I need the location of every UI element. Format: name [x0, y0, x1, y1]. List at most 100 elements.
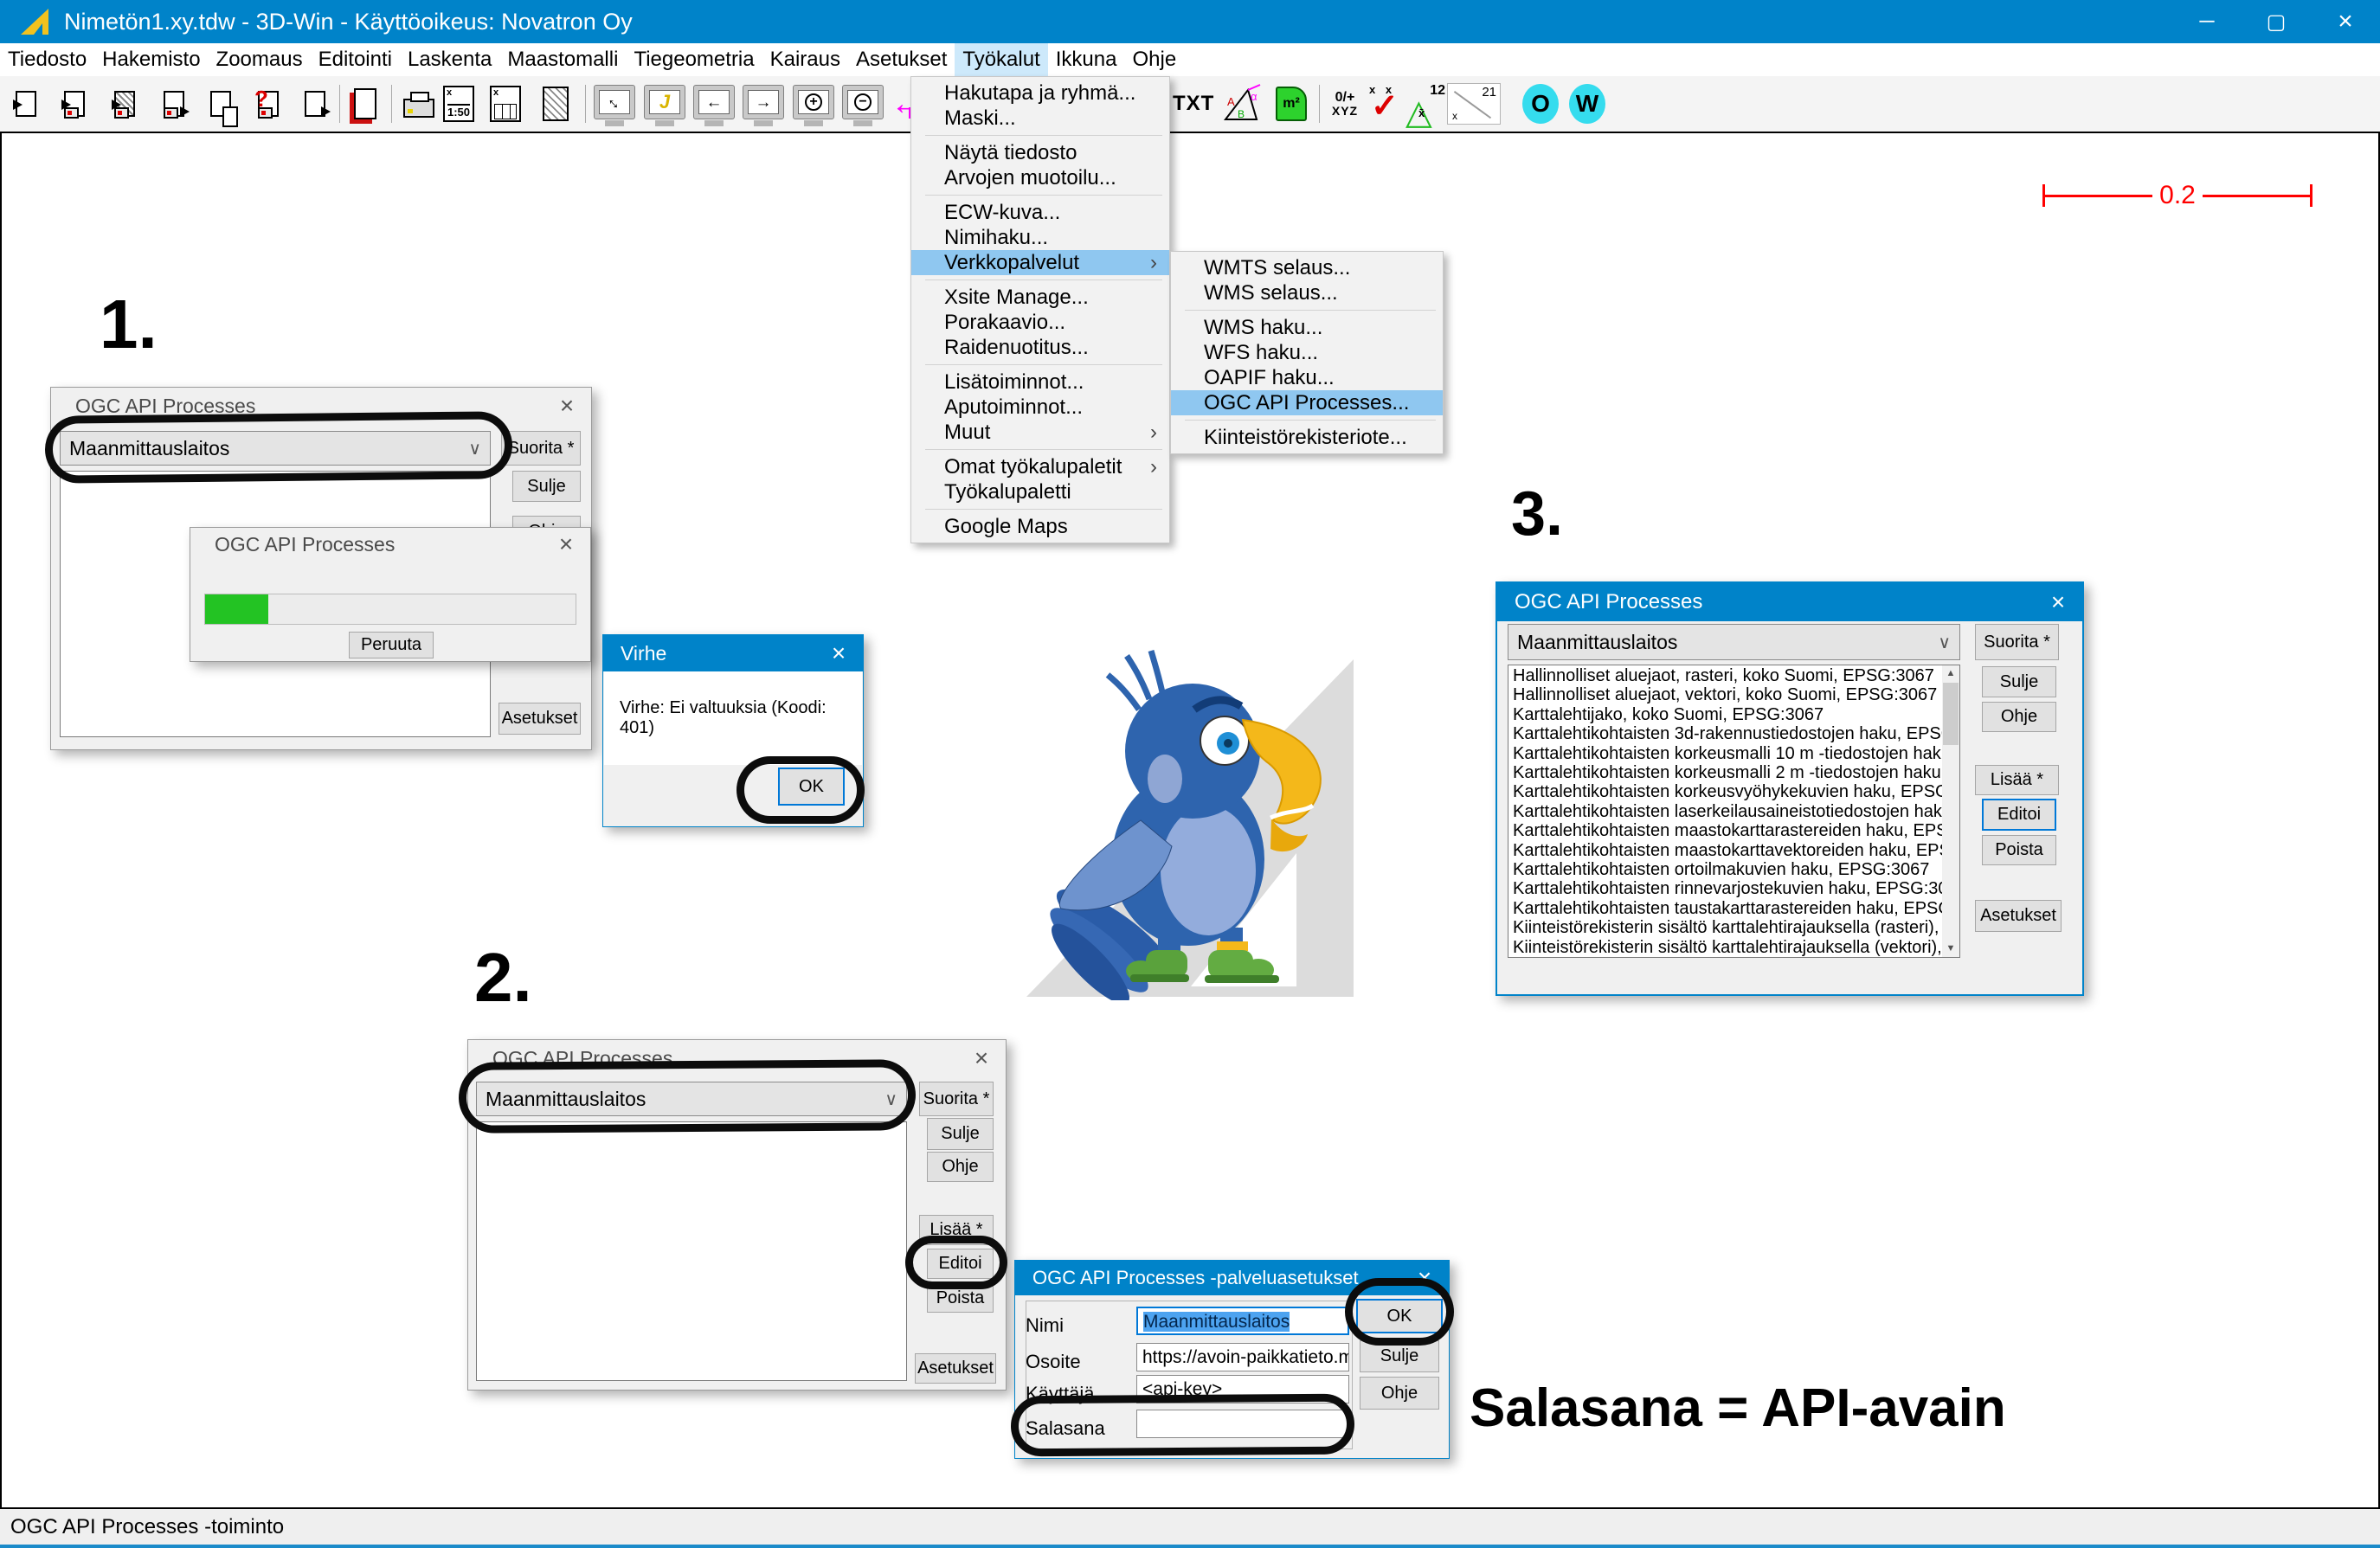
process-list-item[interactable]: Karttalehtijako, koko Suomi, EPSG:3067: [1508, 705, 1942, 724]
menu-item[interactable]: Verkkopalvelut ›: [911, 250, 1169, 275]
file-copy-icon[interactable]: [202, 81, 240, 126]
hatch-document-icon[interactable]: [537, 81, 575, 126]
scrollbar[interactable]: ▲ ▼: [1942, 665, 1959, 957]
address-field[interactable]: https://avoin-paikkatieto.maann: [1136, 1343, 1349, 1371]
xyz-points-icon[interactable]: 0/+XYZ: [1326, 81, 1364, 126]
close-icon[interactable]: ×: [543, 388, 591, 424]
process-list-item[interactable]: Karttalehtikohtaisten korkeusmalli 2 m -…: [1508, 763, 1942, 782]
menubar-item[interactable]: Hakemisto: [94, 43, 208, 76]
settings-button[interactable]: Asetukset: [1975, 900, 2062, 932]
settings-button[interactable]: Asetukset: [499, 703, 581, 735]
menubar-item[interactable]: Zoomaus: [209, 43, 311, 76]
process-list-item[interactable]: Karttalehtikohtaisten 3d-rakennustiedost…: [1508, 724, 1942, 743]
settings-button[interactable]: Asetukset: [915, 1353, 996, 1384]
file-move-icon[interactable]: [296, 81, 334, 126]
process-list-item[interactable]: Hallinnolliset aluejaot, vektori, koko S…: [1508, 685, 1942, 704]
close-icon[interactable]: ×: [814, 635, 863, 671]
menu-item[interactable]: WMS selaus...: [1171, 280, 1443, 305]
help-button[interactable]: Ohje: [1360, 1377, 1439, 1410]
process-list-item[interactable]: Karttalehtikohtaisten korkeusmalli 10 m …: [1508, 744, 1942, 763]
file-write-icon[interactable]: [55, 81, 93, 126]
menubar-item[interactable]: Työkalut: [955, 43, 1047, 76]
run-button[interactable]: Suorita *: [919, 1082, 994, 1116]
next-view-icon[interactable]: →: [743, 81, 784, 126]
scroll-up-icon[interactable]: ▲: [1942, 665, 1959, 682]
add-button[interactable]: Lisää *: [1975, 765, 2059, 795]
scroll-down-icon[interactable]: ▼: [1942, 941, 1959, 957]
process-list-item[interactable]: Karttalehtikohtaisten maastokarttaraster…: [1508, 821, 1942, 840]
cancel-button[interactable]: Peruuta: [349, 632, 434, 658]
process-list[interactable]: [476, 1121, 907, 1381]
menu-item[interactable]: WMTS selaus...: [1171, 255, 1443, 280]
close-icon[interactable]: ×: [2034, 583, 2082, 621]
pan-view-icon[interactable]: J: [644, 81, 685, 126]
process-list-item[interactable]: Kiinteistörekisterin sisältö karttalehti…: [1508, 938, 1942, 957]
menu-item[interactable]: Raidenuotitus...: [911, 335, 1169, 360]
menu-item[interactable]: Maski...: [911, 106, 1169, 131]
edit-button[interactable]: Editoi: [1982, 799, 2056, 831]
run-button[interactable]: Suorita *: [1975, 624, 2059, 660]
menu-item[interactable]: Google Maps: [911, 514, 1169, 539]
menubar-item[interactable]: Asetukset: [848, 43, 955, 76]
menu-item[interactable]: Nimihaku...: [911, 225, 1169, 250]
o-tool-icon[interactable]: O: [1521, 81, 1560, 126]
menubar-item[interactable]: Ohje: [1124, 43, 1184, 76]
menu-item[interactable]: Hakutapa ja ryhmä...: [911, 80, 1169, 106]
prev-view-icon[interactable]: ←: [693, 81, 735, 126]
menubar-item[interactable]: Kairaus: [762, 43, 848, 76]
close-icon[interactable]: ×: [542, 528, 590, 561]
zoom-in-icon[interactable]: +: [793, 81, 834, 126]
menu-item[interactable]: Lisätoiminnot...: [911, 369, 1169, 395]
mean-triangle-icon[interactable]: △x̄12: [1405, 81, 1445, 126]
close-icon[interactable]: ×: [957, 1040, 1006, 1076]
fit-view-icon[interactable]: ↔: [594, 81, 635, 126]
help-button[interactable]: Ohje: [1982, 702, 2056, 732]
menubar-item[interactable]: Ikkuna: [1048, 43, 1125, 76]
file-format-icon[interactable]: [106, 81, 144, 126]
document-icon[interactable]: [346, 81, 384, 126]
process-list-item[interactable]: Karttalehtikohtaisten ortoilmakuvien hak…: [1508, 860, 1942, 879]
process-list-item[interactable]: Karttalehtikohtaisten taustakarttaraster…: [1508, 899, 1942, 918]
close-button[interactable]: Sulje: [1982, 666, 2056, 697]
remove-button[interactable]: Poista: [1982, 835, 2056, 865]
file-read-icon[interactable]: [7, 81, 45, 126]
close-button[interactable]: ×: [2311, 0, 2380, 43]
zoom-out-icon[interactable]: −: [842, 81, 884, 126]
menu-item[interactable]: Omat työkalupaletit ›: [911, 454, 1169, 479]
process-list-item[interactable]: Karttalehtikohtaisten korkeusvyöhykekuvi…: [1508, 782, 1942, 801]
triangle-calc-icon[interactable]: A B α: [1222, 81, 1264, 126]
file-unknown-icon[interactable]: ?: [249, 81, 287, 126]
menu-item[interactable]: WMS haku...: [1171, 315, 1443, 340]
menu-item[interactable]: Näytä tiedosto: [911, 140, 1169, 165]
menu-item[interactable]: OGC API Processes...: [1171, 390, 1443, 415]
maximize-button[interactable]: ▢: [2242, 0, 2311, 43]
process-list-item[interactable]: Karttalehtikohtaisten laserkeilausaineis…: [1508, 802, 1942, 821]
menu-item[interactable]: Xsite Manage...: [911, 285, 1169, 310]
menu-item[interactable]: OAPIF haku...: [1171, 365, 1443, 390]
process-list-item[interactable]: Karttalehtikohtaisten rinnevarjostekuvie…: [1508, 879, 1942, 898]
process-list-item[interactable]: Hallinnolliset aluejaot, rasteri, koko S…: [1508, 666, 1942, 685]
help-button[interactable]: Ohje: [927, 1152, 994, 1182]
page-setup-icon[interactable]: x: [486, 81, 524, 126]
menu-item[interactable]: Kiinteistörekisteriote...: [1171, 425, 1443, 450]
menu-item[interactable]: Aputoiminnot...: [911, 395, 1169, 420]
menubar-item[interactable]: Laskenta: [400, 43, 499, 76]
menu-item[interactable]: Arvojen muotoilu...: [911, 165, 1169, 190]
menubar-item[interactable]: Tiedosto: [0, 43, 94, 76]
close-button[interactable]: Sulje: [512, 471, 581, 502]
scale-icon[interactable]: x1:50: [440, 81, 478, 126]
run-button[interactable]: Suorita *: [501, 431, 581, 466]
process-list-item[interactable]: Karttalehtikohtaisten maastokarttavektor…: [1508, 841, 1942, 860]
scroll-thumb[interactable]: [1943, 683, 1959, 745]
menubar-item[interactable]: Editointi: [311, 43, 400, 76]
minimize-button[interactable]: ─: [2172, 0, 2242, 43]
w-tool-icon[interactable]: W: [1568, 81, 1606, 126]
cross-section-icon[interactable]: 21x: [1447, 81, 1501, 126]
menu-item[interactable]: Muut ›: [911, 420, 1169, 445]
menu-item[interactable]: WFS haku...: [1171, 340, 1443, 365]
close-button[interactable]: Sulje: [927, 1118, 994, 1150]
area-m2-icon[interactable]: m²: [1272, 81, 1310, 126]
menubar-item[interactable]: Maastomalli: [499, 43, 626, 76]
menu-item[interactable]: Työkalupaletti: [911, 479, 1169, 504]
menubar-item[interactable]: Tiegeometria: [626, 43, 762, 76]
